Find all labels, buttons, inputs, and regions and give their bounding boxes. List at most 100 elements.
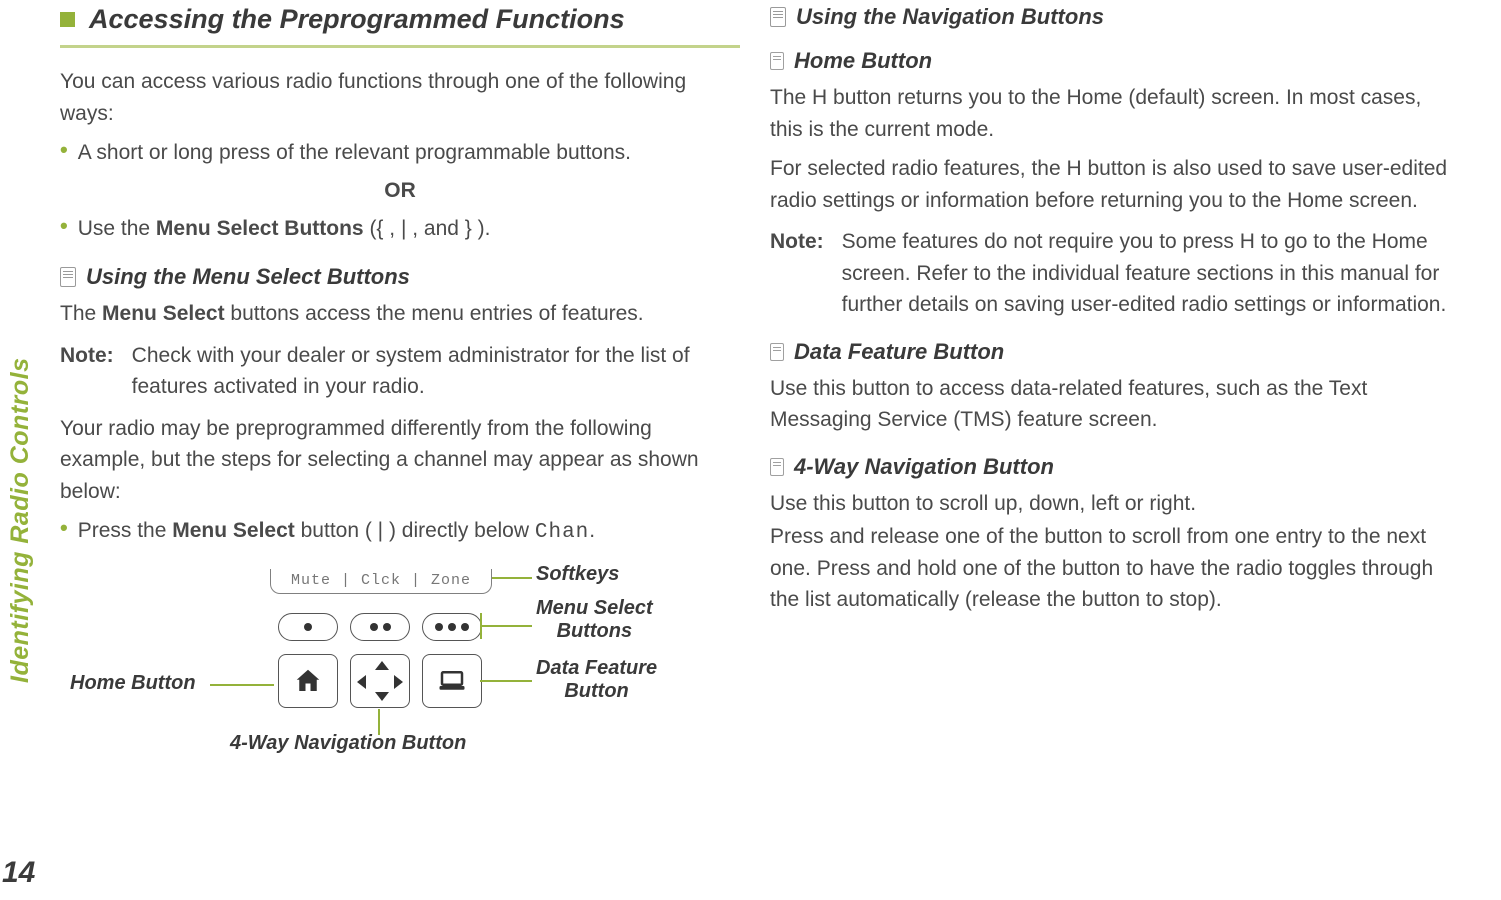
subsubsection-heading-row: Data Feature Button bbox=[770, 339, 1450, 365]
page-icon bbox=[60, 267, 76, 287]
or-separator: OR bbox=[60, 179, 740, 203]
paragraph: For selected radio features, the H butto… bbox=[770, 153, 1450, 216]
menu-select-button-1 bbox=[278, 613, 338, 641]
bullet-dot-icon: • bbox=[60, 137, 68, 169]
subsection-heading: Using the Menu Select Buttons bbox=[86, 264, 410, 290]
subsection-heading-row: Using the Menu Select Buttons bbox=[60, 264, 740, 290]
bullet-item: • Press the Menu Select button ( | ) dir… bbox=[60, 515, 740, 549]
arrow-right-icon bbox=[394, 675, 403, 689]
leader-line bbox=[378, 709, 380, 735]
diagram-label-nav: 4-Way Navigation Button bbox=[230, 732, 466, 755]
paragraph: Use this button to scroll up, down, left… bbox=[770, 488, 1450, 520]
intro-paragraph: You can access various radio functions t… bbox=[60, 66, 740, 129]
subsubsection-heading: Home Button bbox=[794, 48, 932, 74]
dot-icon bbox=[304, 623, 312, 631]
text-bold: Menu Select Buttons bbox=[156, 217, 364, 240]
page-icon bbox=[770, 343, 784, 361]
paragraph: Press and release one of the button to s… bbox=[770, 521, 1450, 616]
leader-line bbox=[492, 577, 532, 579]
bullet-dot-icon: • bbox=[60, 515, 68, 549]
text-fragment: button ( | ) directly below bbox=[295, 519, 535, 542]
bullet-item: • Use the Menu Select Buttons ({ , | , a… bbox=[60, 213, 740, 245]
text-bold: Menu Select bbox=[102, 302, 225, 325]
section-heading-row: Accessing the Preprogrammed Functions bbox=[60, 4, 740, 35]
leader-line bbox=[480, 680, 532, 682]
text-fragment: ({ , | , and } ). bbox=[364, 217, 491, 240]
heading-square-icon bbox=[60, 12, 75, 27]
arrow-down-icon bbox=[375, 692, 389, 701]
page-number: 14 bbox=[2, 856, 35, 890]
text-fragment: The bbox=[60, 302, 102, 325]
text-fragment: Data Feature bbox=[536, 657, 657, 680]
home-button-graphic bbox=[278, 654, 338, 708]
left-column: Accessing the Preprogrammed Functions Yo… bbox=[60, 0, 740, 772]
diagram-label-softkeys: Softkeys bbox=[536, 563, 619, 586]
paragraph: Use this button to access data-related f… bbox=[770, 373, 1450, 436]
page-icon bbox=[770, 7, 786, 27]
note-label: Note: bbox=[60, 340, 114, 403]
subsubsection-heading-row: 4-Way Navigation Button bbox=[770, 454, 1450, 480]
text-fragment: For selected radio features, the bbox=[770, 157, 1067, 180]
bullet-text: A short or long press of the relevant pr… bbox=[78, 137, 631, 169]
note-label: Note: bbox=[770, 226, 824, 321]
diagram-label-menuselect: Menu Select Buttons bbox=[536, 597, 653, 643]
bullet-dot-icon: • bbox=[60, 213, 68, 245]
paragraph: Your radio may be preprogrammed differen… bbox=[60, 413, 740, 508]
menu-select-button-2 bbox=[350, 613, 410, 641]
side-chapter-label: Identifying Radio Controls bbox=[6, 300, 34, 740]
note-body: Some features do not require you to pres… bbox=[842, 226, 1450, 321]
leader-line bbox=[210, 684, 274, 686]
text-fragment: . bbox=[589, 519, 595, 542]
page-icon bbox=[770, 458, 784, 476]
subsubsection-heading: Data Feature Button bbox=[794, 339, 1004, 365]
arrow-left-icon bbox=[357, 675, 366, 689]
nav-button-graphic bbox=[350, 654, 410, 708]
text-fragment: Some features do not require you to pres… bbox=[842, 230, 1240, 253]
text-fragment: Buttons bbox=[536, 620, 653, 643]
document-page: Identifying Radio Controls 14 Accessing … bbox=[0, 0, 1501, 900]
menu-select-button-3 bbox=[422, 613, 482, 641]
text-fragment: button returns you to the Home (default)… bbox=[770, 86, 1421, 141]
dot-icon bbox=[370, 623, 378, 631]
paragraph: The Menu Select buttons access the menu … bbox=[60, 298, 740, 330]
note-body: Check with your dealer or system adminis… bbox=[132, 340, 740, 403]
section-heading: Accessing the Preprogrammed Functions bbox=[89, 4, 625, 35]
subsection-heading: Using the Navigation Buttons bbox=[796, 4, 1104, 30]
text-fragment: Button bbox=[536, 680, 657, 703]
key-glyph: H bbox=[1067, 157, 1082, 180]
leader-line bbox=[480, 625, 532, 627]
data-feature-button-graphic bbox=[422, 654, 482, 708]
text-fragment: Use the bbox=[78, 217, 156, 240]
bullet-item: • A short or long press of the relevant … bbox=[60, 137, 740, 169]
key-glyph: H bbox=[1240, 230, 1255, 253]
dot-icon bbox=[461, 623, 469, 631]
bullet-text: Use the Menu Select Buttons ({ , | , and… bbox=[78, 213, 491, 245]
note-block: Note: Some features do not require you t… bbox=[770, 226, 1450, 321]
subsection-heading-row: Using the Navigation Buttons bbox=[770, 4, 1450, 30]
diagram-label-datafeature: Data Feature Button bbox=[536, 657, 657, 703]
text-mono: Chan bbox=[535, 521, 589, 544]
text-fragment: Menu Select bbox=[536, 597, 653, 620]
laptop-icon bbox=[437, 666, 467, 696]
subsubsection-heading-row: Home Button bbox=[770, 48, 1450, 74]
home-icon bbox=[293, 666, 323, 696]
arrow-up-icon bbox=[375, 661, 389, 670]
text-bold: Menu Select bbox=[172, 519, 295, 542]
text-fragment: Press the bbox=[78, 519, 173, 542]
dot-icon bbox=[383, 623, 391, 631]
diagram-label-home: Home Button bbox=[70, 672, 196, 695]
menu-select-button-row bbox=[278, 613, 482, 641]
heading-rule bbox=[60, 45, 740, 48]
softkey-bar: Mute | Clck | Zone bbox=[270, 569, 492, 594]
leader-line bbox=[480, 613, 482, 639]
note-block: Note: Check with your dealer or system a… bbox=[60, 340, 740, 403]
right-column: Using the Navigation Buttons Home Button… bbox=[770, 0, 1450, 624]
subsubsection-heading: 4-Way Navigation Button bbox=[794, 454, 1054, 480]
bullet-text: Press the Menu Select button ( | ) direc… bbox=[78, 515, 595, 549]
button-diagram: Mute | Clck | Zone bbox=[60, 557, 700, 772]
dot-icon bbox=[435, 623, 443, 631]
text-fragment: The bbox=[770, 86, 812, 109]
paragraph: The H button returns you to the Home (de… bbox=[770, 82, 1450, 145]
page-icon bbox=[770, 52, 784, 70]
key-glyph: H bbox=[812, 86, 827, 109]
